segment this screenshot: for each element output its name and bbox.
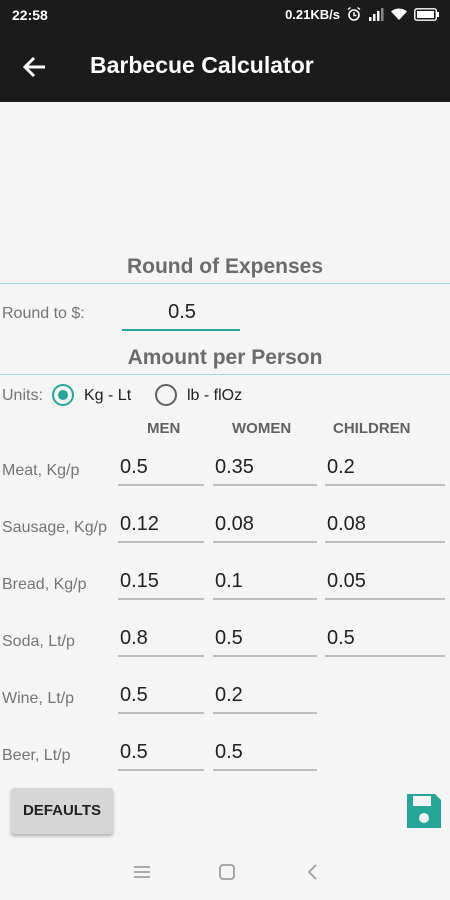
sausage-children-input[interactable]: 0.08 <box>325 509 445 543</box>
row-label-soda: Soda, Lt/p <box>2 633 75 650</box>
network-speed: 0.21KB/s <box>285 6 340 22</box>
unit-label-lb-floz[interactable]: lb - flOz <box>187 387 242 405</box>
unit-label-kg-lt[interactable]: Kg - Lt <box>84 387 131 405</box>
status-icons: 0.21KB/s <box>285 6 440 22</box>
sausage-women-input[interactable]: 0.08 <box>213 509 317 543</box>
page-title: Barbecue Calculator <box>90 52 314 78</box>
column-header-children: CHILDREN <box>333 420 411 437</box>
section-title-amount: Amount per Person <box>127 346 323 369</box>
save-icon[interactable] <box>404 791 444 831</box>
meat-children-input[interactable]: 0.2 <box>325 452 445 486</box>
status-time: 22:58 <box>12 7 48 23</box>
divider-round <box>0 283 450 284</box>
signal-icon <box>368 7 384 21</box>
column-header-men: MEN <box>147 420 181 437</box>
wine-women-input[interactable]: 0.2 <box>213 680 317 714</box>
row-label-wine: Wine, Lt/p <box>2 690 75 707</box>
sausage-men-input[interactable]: 0.12 <box>118 509 204 543</box>
soda-children-input[interactable]: 0.5 <box>325 623 445 657</box>
bread-children-input[interactable]: 0.05 <box>325 566 445 600</box>
app-bar: Barbecue Calculator <box>0 30 450 102</box>
row-label-sausage: Sausage, Kg/p <box>2 519 107 536</box>
round-to-label: Round to $: <box>2 305 85 322</box>
row-label-beer: Beer, Lt/p <box>2 747 71 764</box>
divider-amount <box>0 374 450 375</box>
row-label-bread: Bread, Kg/p <box>2 576 87 593</box>
defaults-button[interactable]: DEFAULTS <box>11 788 113 834</box>
bread-men-input[interactable]: 0.15 <box>118 566 204 600</box>
home-icon[interactable] <box>216 861 238 883</box>
bread-women-input[interactable]: 0.1 <box>213 566 317 600</box>
column-header-women: WOMEN <box>232 420 292 437</box>
beer-men-input[interactable]: 0.5 <box>118 737 204 771</box>
section-title-round: Round of Expenses <box>126 255 324 278</box>
wifi-icon <box>390 7 408 21</box>
soda-women-input[interactable]: 0.5 <box>213 623 317 657</box>
system-nav-bar <box>0 845 450 900</box>
wine-men-input[interactable]: 0.5 <box>118 680 204 714</box>
battery-icon <box>414 7 440 21</box>
arrow-back-icon[interactable] <box>22 54 48 80</box>
unit-radio-kg-lt[interactable] <box>52 384 74 406</box>
row-label-meat: Meat, Kg/p <box>2 462 80 479</box>
soda-men-input[interactable]: 0.8 <box>118 623 204 657</box>
meat-men-input[interactable]: 0.5 <box>118 452 204 486</box>
unit-radio-lb-floz[interactable] <box>155 384 177 406</box>
menu-icon[interactable] <box>131 861 153 883</box>
back-nav-icon[interactable] <box>302 861 324 883</box>
status-bar: 22:58 0.21KB/s <box>0 0 450 30</box>
beer-women-input[interactable]: 0.5 <box>213 737 317 771</box>
units-label: Units: <box>2 387 43 404</box>
alarm-icon <box>346 6 362 22</box>
round-to-input[interactable]: 0.5 <box>122 297 240 331</box>
meat-women-input[interactable]: 0.35 <box>213 452 317 486</box>
